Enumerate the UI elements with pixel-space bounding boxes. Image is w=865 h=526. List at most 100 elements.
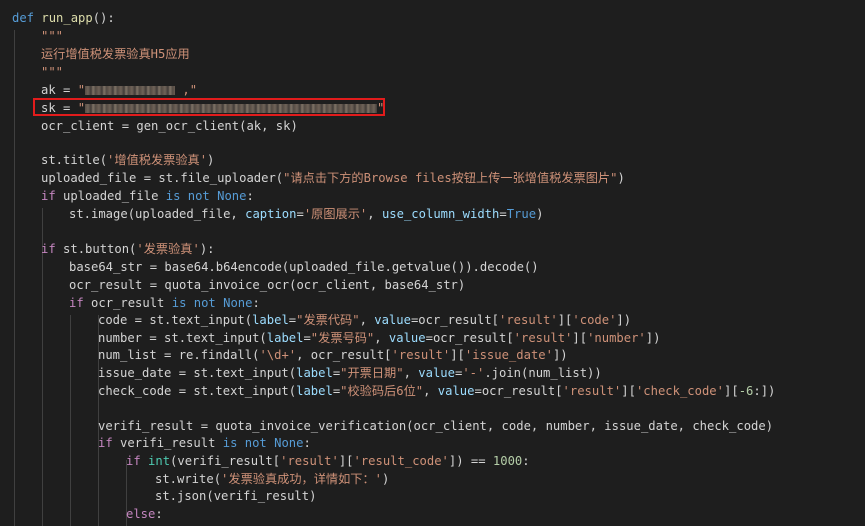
- param-name: use_column_width: [381, 207, 500, 221]
- code-token: ): [536, 207, 544, 221]
- string-literal: 'code': [572, 313, 617, 327]
- keyword-if: if: [98, 436, 113, 450]
- code-token: ,: [403, 366, 419, 380]
- code-token: =: [474, 384, 482, 398]
- string-literal: 'result': [280, 454, 339, 468]
- code-token: ,: [374, 331, 389, 345]
- code-token: issue_date = st.text_input(: [98, 366, 297, 380]
- code-token: :: [303, 436, 311, 450]
- param-name: value: [388, 331, 426, 345]
- code-token: (verifi_result[: [170, 454, 281, 468]
- code-token: base64_str = base64.b64encode(uploaded_f…: [69, 260, 539, 274]
- keyword-is-not-none: is not None: [171, 296, 253, 310]
- code-line: num_list = re.findall('\d+', ocr_result[…: [98, 346, 568, 364]
- code-token: ,: [423, 384, 438, 398]
- code-token: ,: [367, 207, 382, 221]
- code-token: ][: [572, 331, 588, 345]
- function-name: run_app: [34, 11, 93, 25]
- keyword-if: if: [41, 189, 56, 203]
- code-line: else:: [126, 505, 163, 523]
- docstring: """: [41, 29, 64, 43]
- string-literal: '-': [462, 366, 485, 380]
- string-literal: 'issue_date': [464, 348, 553, 362]
- param-name: value: [437, 384, 475, 398]
- code-line: code = st.text_input(label="发票代码", value…: [98, 311, 631, 329]
- code-token: st.button(: [55, 242, 137, 256]
- string-literal: "发票号码": [310, 331, 375, 345]
- string-literal: '原图展示': [303, 207, 368, 221]
- code-line: base64_str = base64.b64encode(uploaded_f…: [69, 258, 539, 276]
- code-token: ][: [450, 348, 465, 362]
- number-literal: 1000: [492, 454, 523, 468]
- docstring: 运行增值税发票验真H5应用: [41, 47, 190, 61]
- string-literal: 'result': [391, 348, 451, 362]
- keyword-def: def: [12, 11, 35, 25]
- code-line: if ocr_result is not None:: [69, 294, 260, 312]
- code-token: ,: [175, 83, 190, 97]
- code-token: ,: [359, 313, 375, 327]
- string-literal: "发票代码": [296, 313, 360, 327]
- code-token: ):: [199, 242, 215, 256]
- code-token: ][: [557, 313, 573, 327]
- number-literal: -6: [738, 384, 754, 398]
- string-literal: '发票验真': [136, 242, 200, 256]
- param-name: value: [418, 366, 455, 380]
- code-token: ][: [724, 384, 739, 398]
- string-quote: ": [189, 83, 198, 97]
- string-literal: 'check_code': [635, 384, 724, 398]
- code-token: =: [296, 207, 304, 221]
- code-line: st.json(verifi_result): [155, 487, 316, 505]
- code-token: ocr_result = quota_invoice_ocr(ocr_clien…: [69, 278, 466, 292]
- code-line: st.image(uploaded_file, caption='原图展示', …: [69, 205, 543, 223]
- code-token: ][: [338, 454, 354, 468]
- code-token: st.json(verifi_result): [155, 489, 317, 503]
- string-literal: 'result_code': [353, 454, 449, 468]
- param-name: caption: [245, 207, 297, 221]
- code-token: ][: [621, 384, 636, 398]
- code-line: number = st.text_input(label = "发票号码", val…: [98, 329, 660, 347]
- code-line: uploaded_file = st.file_uploader("请点击下方的…: [41, 169, 625, 187]
- code-token: ): [617, 171, 625, 185]
- indent-guide: [70, 315, 71, 526]
- code-line: """: [41, 63, 63, 81]
- regex-literal: '\d+': [259, 348, 297, 362]
- keyword-is-not-none: is not None: [165, 189, 247, 203]
- code-editor[interactable]: def run_app(): """ 运行增值税发票验真H5应用 """ ak …: [0, 0, 865, 526]
- code-line: st.title('增值税发票验真'): [41, 151, 214, 169]
- string-literal: 'result': [562, 384, 622, 398]
- code-line: ocr_result = quota_invoice_ocr(ocr_clien…: [69, 276, 465, 294]
- code-token: ocr_client = gen_ocr_client(ak, sk): [41, 119, 298, 133]
- code-token: ]): [616, 313, 632, 327]
- string-literal: "开票日期": [340, 366, 404, 380]
- code-token: ]): [645, 331, 661, 345]
- code-token: check_code = st.text_input(: [98, 384, 297, 398]
- param-name: label: [266, 331, 304, 345]
- code-token: , ocr_result[: [296, 348, 392, 362]
- code-token: num_list = re.findall(: [98, 348, 260, 362]
- param-name: label: [296, 366, 333, 380]
- param-name: label: [252, 313, 289, 327]
- code-token: number = st.text_input(: [98, 331, 267, 345]
- code-token: ocr_result[: [481, 384, 563, 398]
- code-token: =: [425, 331, 433, 345]
- string-literal: "校验码后6位": [340, 384, 424, 398]
- keyword-is-not-none: is not None: [222, 436, 304, 450]
- code-token: uploaded_file = st.file_uploader(: [41, 171, 284, 185]
- code-token: ocr_result: [83, 296, 172, 310]
- code-line: 运行增值税发票验真H5应用: [41, 45, 190, 63]
- keyword-if: if: [69, 296, 84, 310]
- string-literal: '增值税发票验真': [107, 153, 208, 167]
- keyword-true: True: [506, 207, 537, 221]
- code-token: verifi_result = quota_invoice_verificati…: [98, 419, 774, 433]
- string-literal: "请点击下方的Browse files按钮上传一张增值税发票图片": [283, 171, 618, 185]
- code-token: st.write(: [155, 472, 222, 486]
- param-name: value: [374, 313, 411, 327]
- code-token: verifi_result: [112, 436, 223, 450]
- builtin-int: int: [140, 454, 171, 468]
- code-line: issue_date = st.text_input(label="开票日期",…: [98, 364, 602, 382]
- code-token: :: [252, 296, 260, 310]
- string-quote: ": [77, 83, 86, 97]
- code-token: ak =: [41, 83, 78, 97]
- indent-guide: [14, 30, 15, 526]
- string-literal: 'number': [587, 331, 646, 345]
